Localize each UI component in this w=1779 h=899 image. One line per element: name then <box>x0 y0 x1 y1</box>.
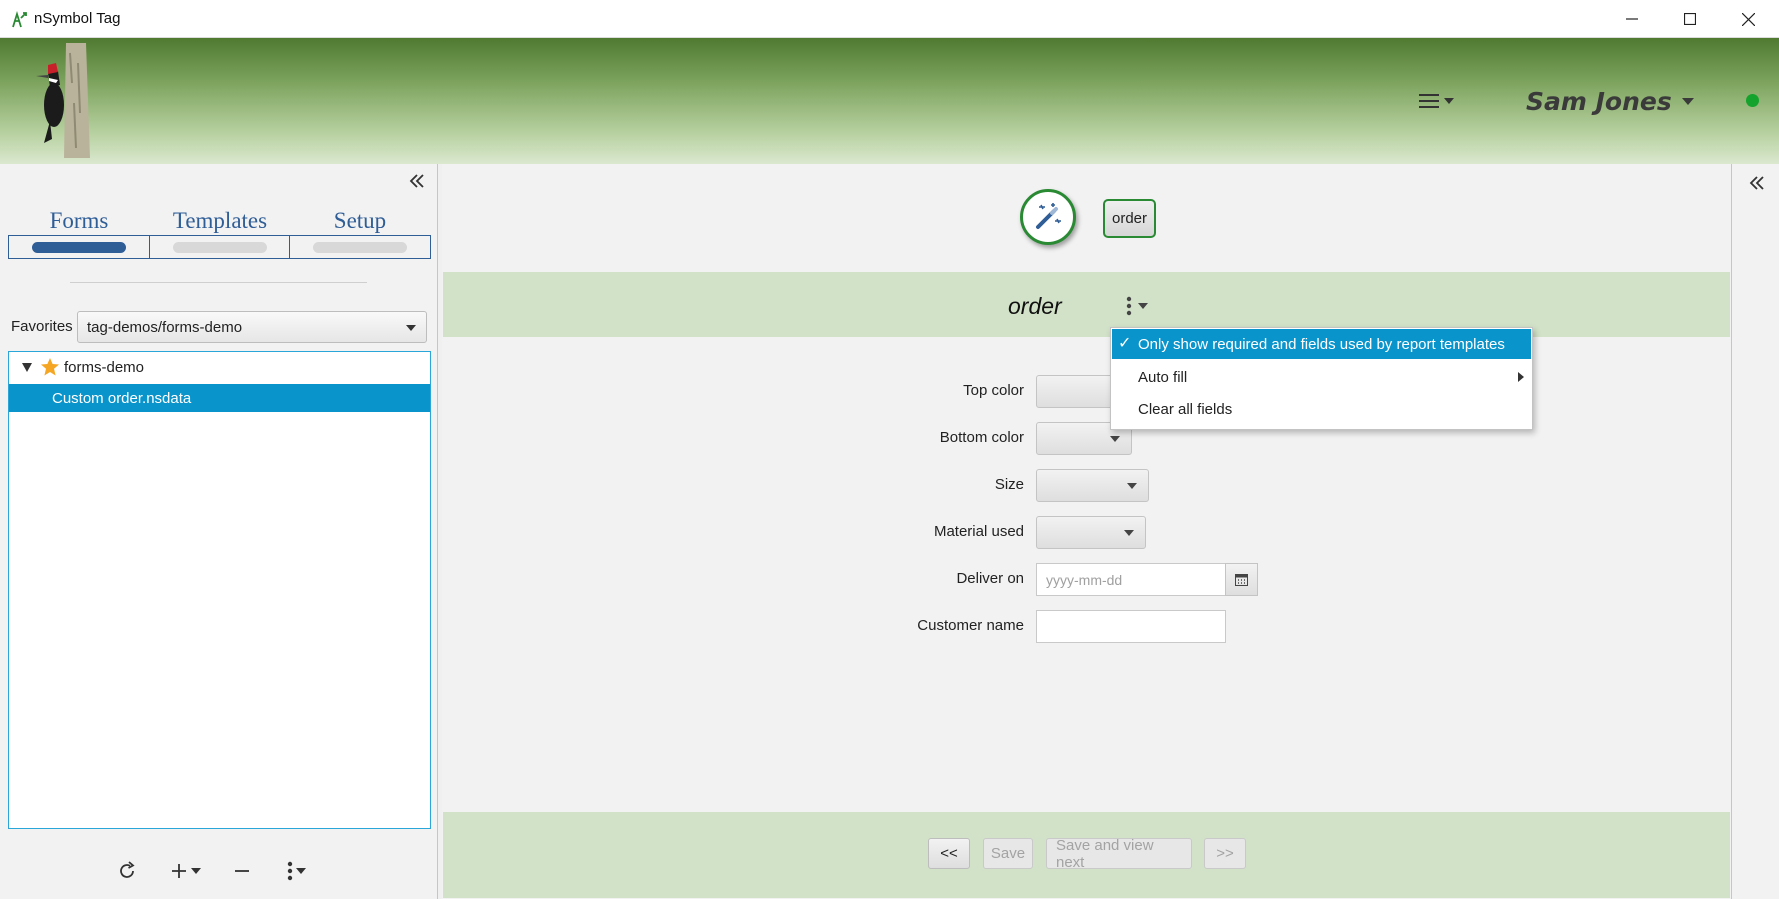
active-tab-indicator <box>31 241 126 253</box>
expand-right-panel-button[interactable] <box>1746 172 1768 194</box>
double-chevron-left-icon <box>409 174 424 188</box>
previous-record-button[interactable]: << <box>928 838 970 869</box>
favorites-value: tag-demos/forms-demo <box>87 318 243 336</box>
chevron-down-icon <box>191 868 201 874</box>
tree-file-label: Custom order.nsdata <box>52 389 192 407</box>
user-menu[interactable]: Sam Jones <box>1526 86 1694 116</box>
right-panel-collapsed <box>1731 164 1779 899</box>
maximize-button[interactable] <box>1661 0 1719 38</box>
field-label-customer-name: Customer name <box>917 617 1024 634</box>
minimize-button[interactable] <box>1603 0 1661 38</box>
divider <box>70 282 367 283</box>
save-button[interactable]: Save <box>983 838 1033 869</box>
field-label-material-used: Material used <box>933 523 1024 540</box>
tree-folder-row[interactable]: forms-demo <box>9 353 430 381</box>
header-banner <box>0 38 1779 164</box>
checkmark-icon: ✓ <box>1118 335 1132 352</box>
refresh-button[interactable] <box>117 858 137 884</box>
tab-setup[interactable]: Setup <box>290 208 430 234</box>
chevron-down-icon <box>1110 436 1120 442</box>
calendar-icon <box>1235 573 1248 586</box>
menu-item-clear-all-fields[interactable]: Clear all fields <box>1112 394 1531 424</box>
app-icon <box>10 10 30 30</box>
refresh-icon <box>120 861 135 878</box>
file-tree[interactable]: forms-demo Custom order.nsdata <box>8 351 431 829</box>
woodpecker-logo <box>28 43 92 158</box>
tree-expand-icon[interactable] <box>22 362 32 372</box>
chevron-down-icon <box>1127 483 1137 489</box>
field-label-top-color: Top color <box>963 382 1024 399</box>
tab-indicator-bar <box>8 235 431 259</box>
field-label-deliver-on: Deliver on <box>956 570 1024 587</box>
close-button[interactable] <box>1719 0 1777 38</box>
plus-icon <box>172 864 186 878</box>
double-chevron-left-icon <box>1749 176 1764 190</box>
chevron-down-icon <box>296 868 306 874</box>
field-label-size: Size <box>994 476 1024 493</box>
collapse-left-panel-button[interactable] <box>406 170 428 192</box>
form-title: order <box>1008 293 1062 319</box>
tab-indicator-forms[interactable] <box>9 236 150 258</box>
tab-indicator-templates[interactable] <box>150 236 291 258</box>
online-status-indicator <box>1746 94 1759 107</box>
form-chip-order[interactable]: order <box>1103 199 1156 238</box>
magic-wand-button[interactable] <box>1020 189 1076 245</box>
chevron-down-icon <box>1138 303 1148 309</box>
tab-indicator-setup[interactable] <box>290 236 430 258</box>
chevron-down-icon <box>1444 98 1454 104</box>
tree-folder-label: forms-demo <box>64 358 145 376</box>
field-label-bottom-color: Bottom color <box>939 429 1024 446</box>
size-select[interactable] <box>1036 469 1149 502</box>
tab-templates[interactable]: Templates <box>150 208 290 234</box>
vertical-dots-icon <box>1126 296 1132 316</box>
chevron-down-icon <box>1681 97 1694 105</box>
tab-indicator-pill <box>313 241 408 253</box>
menu-item-label: Clear all fields <box>1138 400 1233 418</box>
menu-item-label: Auto fill <box>1138 368 1188 386</box>
date-picker-button[interactable] <box>1225 563 1258 596</box>
form-options-menu: ✓ Only show required and fields used by … <box>1110 327 1533 430</box>
submenu-arrow-icon <box>1518 372 1524 382</box>
maximize-icon <box>1684 13 1696 25</box>
more-options-button[interactable] <box>287 858 306 884</box>
magic-wand-icon <box>1036 203 1061 229</box>
tab-forms[interactable]: Forms <box>9 208 149 234</box>
material-used-select[interactable] <box>1036 516 1146 549</box>
form-header-bar <box>443 272 1730 337</box>
remove-button[interactable] <box>233 858 251 884</box>
menu-item-label: Only show required and fields used by re… <box>1138 335 1505 353</box>
menu-item-auto-fill[interactable]: Auto fill <box>1112 362 1531 392</box>
tab-indicator-pill <box>172 241 267 253</box>
vertical-dots-icon <box>287 861 293 881</box>
favorites-label: Favorites <box>11 318 73 335</box>
star-icon <box>41 358 59 376</box>
chevron-down-icon <box>1124 530 1134 536</box>
customer-name-input[interactable] <box>1036 610 1226 643</box>
tree-file-row-selected[interactable]: Custom order.nsdata <box>9 384 430 412</box>
favorites-select[interactable]: tag-demos/forms-demo <box>77 311 427 343</box>
form-options-button[interactable] <box>1126 295 1160 317</box>
user-name: Sam Jones <box>1526 86 1672 116</box>
minus-icon <box>235 870 249 872</box>
window-title: nSymbol Tag <box>34 10 121 27</box>
deliver-on-date-input[interactable]: yyyy-mm-dd <box>1036 563 1226 596</box>
close-icon <box>1741 12 1755 26</box>
next-record-button[interactable]: >> <box>1204 838 1246 869</box>
main-menu-button[interactable] <box>1418 88 1462 114</box>
chevron-down-icon <box>406 325 416 331</box>
minimize-icon <box>1626 18 1638 20</box>
save-and-view-next-button[interactable]: Save and view next <box>1046 837 1192 871</box>
hamburger-icon <box>1419 94 1439 108</box>
title-bar <box>0 0 1779 38</box>
add-menu-button[interactable] <box>170 858 201 884</box>
menu-item-only-show-required[interactable]: ✓ Only show required and fields used by … <box>1112 329 1531 359</box>
